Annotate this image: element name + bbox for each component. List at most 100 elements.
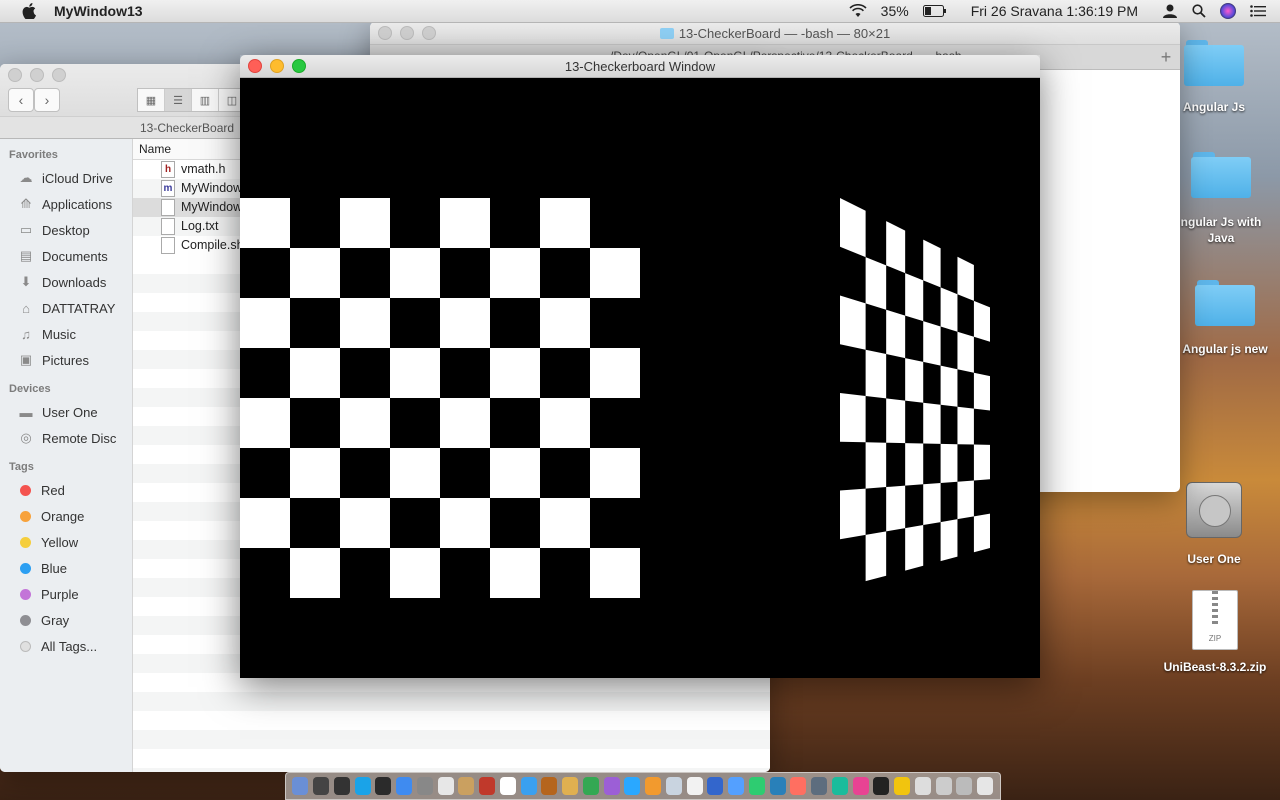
dock-app-icon[interactable] (313, 777, 330, 795)
executable-file-icon (161, 199, 175, 216)
dock-app-icon[interactable] (333, 777, 350, 795)
user-icon[interactable] (1162, 3, 1178, 19)
dock-app-icon[interactable] (665, 777, 682, 795)
dock-app-icon[interactable] (852, 777, 869, 795)
minimize-button[interactable] (30, 68, 44, 82)
dock-app-icon[interactable] (499, 777, 516, 795)
tag-dot-icon (20, 536, 31, 548)
sidebar-tag-purple[interactable]: Purple (0, 581, 132, 607)
dock-app-icon[interactable] (437, 777, 454, 795)
desktop-folder-angular-js-java[interactable]: ngular Js with Java (1166, 152, 1276, 246)
dock-app-icon[interactable] (520, 777, 537, 795)
dock-app-icon[interactable] (582, 777, 599, 795)
dock-app-icon[interactable] (748, 777, 765, 795)
menubar-clock[interactable]: Fri 26 Sravana 1:36:19 PM (971, 3, 1138, 19)
folder-icon (1195, 280, 1255, 326)
list-view-icon[interactable]: ☰ (165, 89, 192, 111)
desktop-file-unibeast-zip[interactable]: ZIP UniBeast-8.3.2.zip (1160, 590, 1270, 674)
battery-percent[interactable]: 35% (881, 3, 909, 19)
desktop-icon: ▭ (19, 222, 33, 237)
dock-app-icon[interactable] (769, 777, 786, 795)
dock-app-icon[interactable] (686, 777, 703, 795)
sidebar-item-label: Remote Disc (42, 430, 117, 446)
dock-app-icon[interactable] (479, 777, 496, 795)
battery-icon[interactable] (922, 5, 947, 17)
checker-square (957, 480, 974, 520)
dock-app-icon[interactable] (541, 777, 558, 795)
back-button[interactable]: ‹ (8, 88, 34, 112)
dock-app-icon[interactable] (624, 777, 641, 795)
sidebar-item-home[interactable]: ⌂ DATTATRAY (0, 295, 132, 321)
hard-disk-icon (1186, 482, 1242, 538)
dock-app-icon[interactable] (603, 777, 620, 795)
sidebar-item-pictures[interactable]: ▣ Pictures (0, 347, 132, 373)
sidebar-item-user-one[interactable]: ▬ User One (0, 399, 132, 425)
zip-file-icon: ZIP (1192, 590, 1238, 650)
dock-app-icon[interactable] (790, 777, 807, 795)
dock-app-icon[interactable] (831, 777, 848, 795)
spotlight-search-icon[interactable] (1192, 4, 1206, 18)
notification-center-icon[interactable] (1250, 5, 1266, 17)
dock-app-icon[interactable] (894, 777, 911, 795)
icon-view-icon[interactable]: ▦ (138, 89, 165, 111)
dock-app-icon[interactable] (811, 777, 828, 795)
finder-sidebar: Favorites ☁ iCloud Drive ⟰ Applications ▭ D… (0, 139, 133, 772)
sidebar-tag-blue[interactable]: Blue (0, 555, 132, 581)
checkerboard-titlebar[interactable]: 13-Checkerboard Window (240, 55, 1040, 78)
desktop-folder-angular-js-new[interactable]: Angular js new (1170, 280, 1280, 356)
dock-app-icon[interactable] (956, 777, 973, 795)
header-file-icon: h (161, 161, 175, 178)
checker-square (905, 358, 924, 403)
dock-app-icon[interactable] (375, 777, 392, 795)
sidebar-section-devices: Devices (9, 383, 51, 395)
forward-button[interactable]: › (34, 88, 60, 112)
sidebar-item-label: Purple (41, 586, 79, 602)
apple-menu-icon[interactable] (18, 0, 40, 22)
checker-square (957, 256, 974, 301)
sidebar-tag-yellow[interactable]: Yellow (0, 529, 132, 555)
sidebar-tag-orange[interactable]: Orange (0, 503, 132, 529)
wifi-icon[interactable] (849, 4, 867, 18)
dock-app-icon[interactable] (707, 777, 724, 795)
dock-app-icon[interactable] (873, 777, 890, 795)
dock-app-icon[interactable] (354, 777, 371, 795)
sidebar-item-documents[interactable]: ▤ Documents (0, 243, 132, 269)
applications-icon: ⟰ (20, 196, 32, 211)
dock-app-icon[interactable] (416, 777, 433, 795)
sidebar-item-desktop[interactable]: ▭ Desktop (0, 217, 132, 243)
zoom-button[interactable] (52, 68, 66, 82)
sidebar-item-applications[interactable]: ⟰ Applications (0, 191, 132, 217)
desktop-disk-user-one[interactable]: User One (1159, 482, 1269, 566)
sidebar-item-downloads[interactable]: ⬇ Downloads (0, 269, 132, 295)
dock-app-icon[interactable] (292, 777, 309, 795)
column-view-icon[interactable]: ▥ (192, 89, 219, 111)
music-icon: ♫ (21, 326, 31, 342)
sidebar-item-remote-disc[interactable]: ◎ Remote Disc (0, 425, 132, 451)
terminal-titlebar[interactable]: 13-CheckerBoard — -bash — 80×21 (370, 22, 1180, 45)
sidebar-item-label: Gray (41, 612, 70, 628)
sidebar-item-music[interactable]: ♫ Music (0, 321, 132, 347)
app-menu-name[interactable]: MyWindow13 (54, 3, 143, 19)
window-title: 13-Checkerboard Window (564, 58, 716, 74)
checkerboard-window[interactable]: 13-Checkerboard Window (240, 55, 1040, 678)
sidebar-tag-gray[interactable]: Gray (0, 607, 132, 633)
desktop-icon-label: ngular Js with Java (1180, 215, 1262, 245)
opengl-canvas[interactable] (240, 78, 1040, 678)
siri-icon[interactable] (1220, 3, 1236, 19)
dock-app-icon[interactable] (935, 777, 952, 795)
dock-app-icon[interactable] (458, 777, 475, 795)
new-tab-button[interactable]: + (1156, 47, 1176, 67)
file-name: MyWindow (181, 200, 243, 214)
dock-app-icon[interactable] (396, 777, 413, 795)
dock-app-icon[interactable] (914, 777, 931, 795)
sidebar-item-label: Red (41, 482, 65, 498)
sidebar-all-tags[interactable]: All Tags... (0, 633, 132, 659)
dock-app-icon[interactable] (728, 777, 745, 795)
close-button[interactable] (8, 68, 22, 82)
dock-app-icon[interactable] (562, 777, 579, 795)
sidebar-tag-red[interactable]: Red (0, 477, 132, 503)
checker-square (923, 239, 941, 288)
dock-app-icon[interactable] (977, 777, 994, 795)
sidebar-item-icloud-drive[interactable]: ☁ iCloud Drive (0, 165, 132, 191)
dock-app-icon[interactable] (645, 777, 662, 795)
